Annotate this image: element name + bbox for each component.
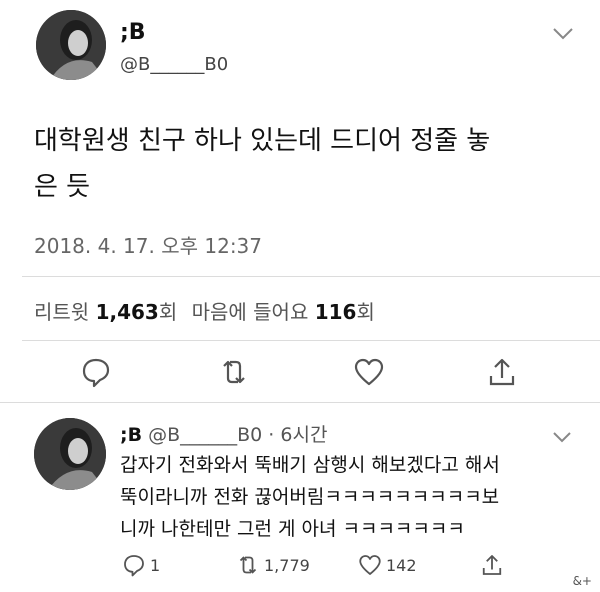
tweet-timestamp[interactable]: 2018. 4. 17. 오후 12:37 bbox=[34, 230, 262, 259]
tweet-stats[interactable]: 리트윗 1,463회 마음에 들어요 116회 bbox=[34, 296, 375, 325]
like-count: 142 bbox=[386, 555, 417, 575]
handle-and-time[interactable]: @B______B0 · 6시간 bbox=[148, 424, 327, 446]
avatar[interactable] bbox=[34, 418, 106, 490]
user-handle[interactable]: @B______B0 bbox=[120, 54, 228, 75]
likes-label: 마음에 들어요 bbox=[191, 300, 309, 324]
display-name[interactable]: ;B bbox=[120, 20, 146, 45]
retweets-count: 1,463 bbox=[95, 300, 159, 324]
likes-count: 116 bbox=[314, 300, 357, 324]
speech-bubble-icon[interactable] bbox=[80, 356, 112, 388]
heart-icon[interactable] bbox=[353, 356, 385, 388]
avatar[interactable] bbox=[36, 10, 106, 80]
retweets-unit: 회 bbox=[158, 300, 178, 324]
retweet-arrows-icon[interactable] bbox=[218, 356, 250, 388]
likes-unit: 회 bbox=[356, 300, 375, 324]
reply-text-line: 뚝이라니까 전화 끊어버림ㅋㅋㅋㅋㅋㅋㅋㅋㅋ보 bbox=[120, 486, 500, 508]
reply-header: ;B @B______B0 · 6시간 bbox=[120, 420, 327, 447]
reply-text-line: 갑자기 전화와서 뚝배기 삼행시 해보겠다고 해서 bbox=[120, 454, 500, 476]
chevron-down-icon[interactable] bbox=[552, 26, 574, 40]
display-name[interactable]: ;B bbox=[120, 424, 142, 446]
divider bbox=[22, 340, 600, 341]
retweet-count: 1,779 bbox=[264, 555, 310, 575]
retweets-label: 리트윗 bbox=[34, 300, 90, 324]
chevron-down-icon[interactable] bbox=[552, 428, 572, 443]
tweet-text: 대학원생 친구 하나 있는데 드디어 정줄 놓 은 듯 bbox=[34, 118, 574, 210]
retweet-button[interactable]: 1,779 bbox=[236, 553, 310, 577]
reply-text-line: 니까 나한테만 그런 게 아녀 ㅋㅋㅋㅋㅋㅋㅋ bbox=[120, 518, 465, 540]
reply-button[interactable]: 1 bbox=[122, 553, 160, 577]
watermark: &+ bbox=[572, 574, 592, 588]
divider bbox=[0, 402, 600, 403]
avatar-image bbox=[36, 10, 106, 80]
divider bbox=[22, 276, 600, 277]
like-button[interactable]: 142 bbox=[358, 553, 417, 577]
share-upload-icon[interactable] bbox=[486, 356, 518, 388]
speech-bubble-icon bbox=[122, 553, 146, 577]
reply-count: 1 bbox=[150, 555, 161, 575]
reply-text: 갑자기 전화와서 뚝배기 삼행시 해보겠다고 해서 뚝이라니까 전화 끊어버림ㅋ… bbox=[120, 449, 580, 545]
heart-icon bbox=[358, 553, 382, 577]
share-upload-icon bbox=[480, 553, 504, 577]
tweet-text-line: 대학원생 친구 하나 있는데 드디어 정줄 놓 bbox=[34, 126, 491, 156]
retweet-arrows-icon bbox=[236, 553, 260, 577]
avatar-image bbox=[34, 418, 106, 490]
tweet-text-line: 은 듯 bbox=[34, 172, 91, 202]
share-button[interactable] bbox=[480, 553, 508, 577]
